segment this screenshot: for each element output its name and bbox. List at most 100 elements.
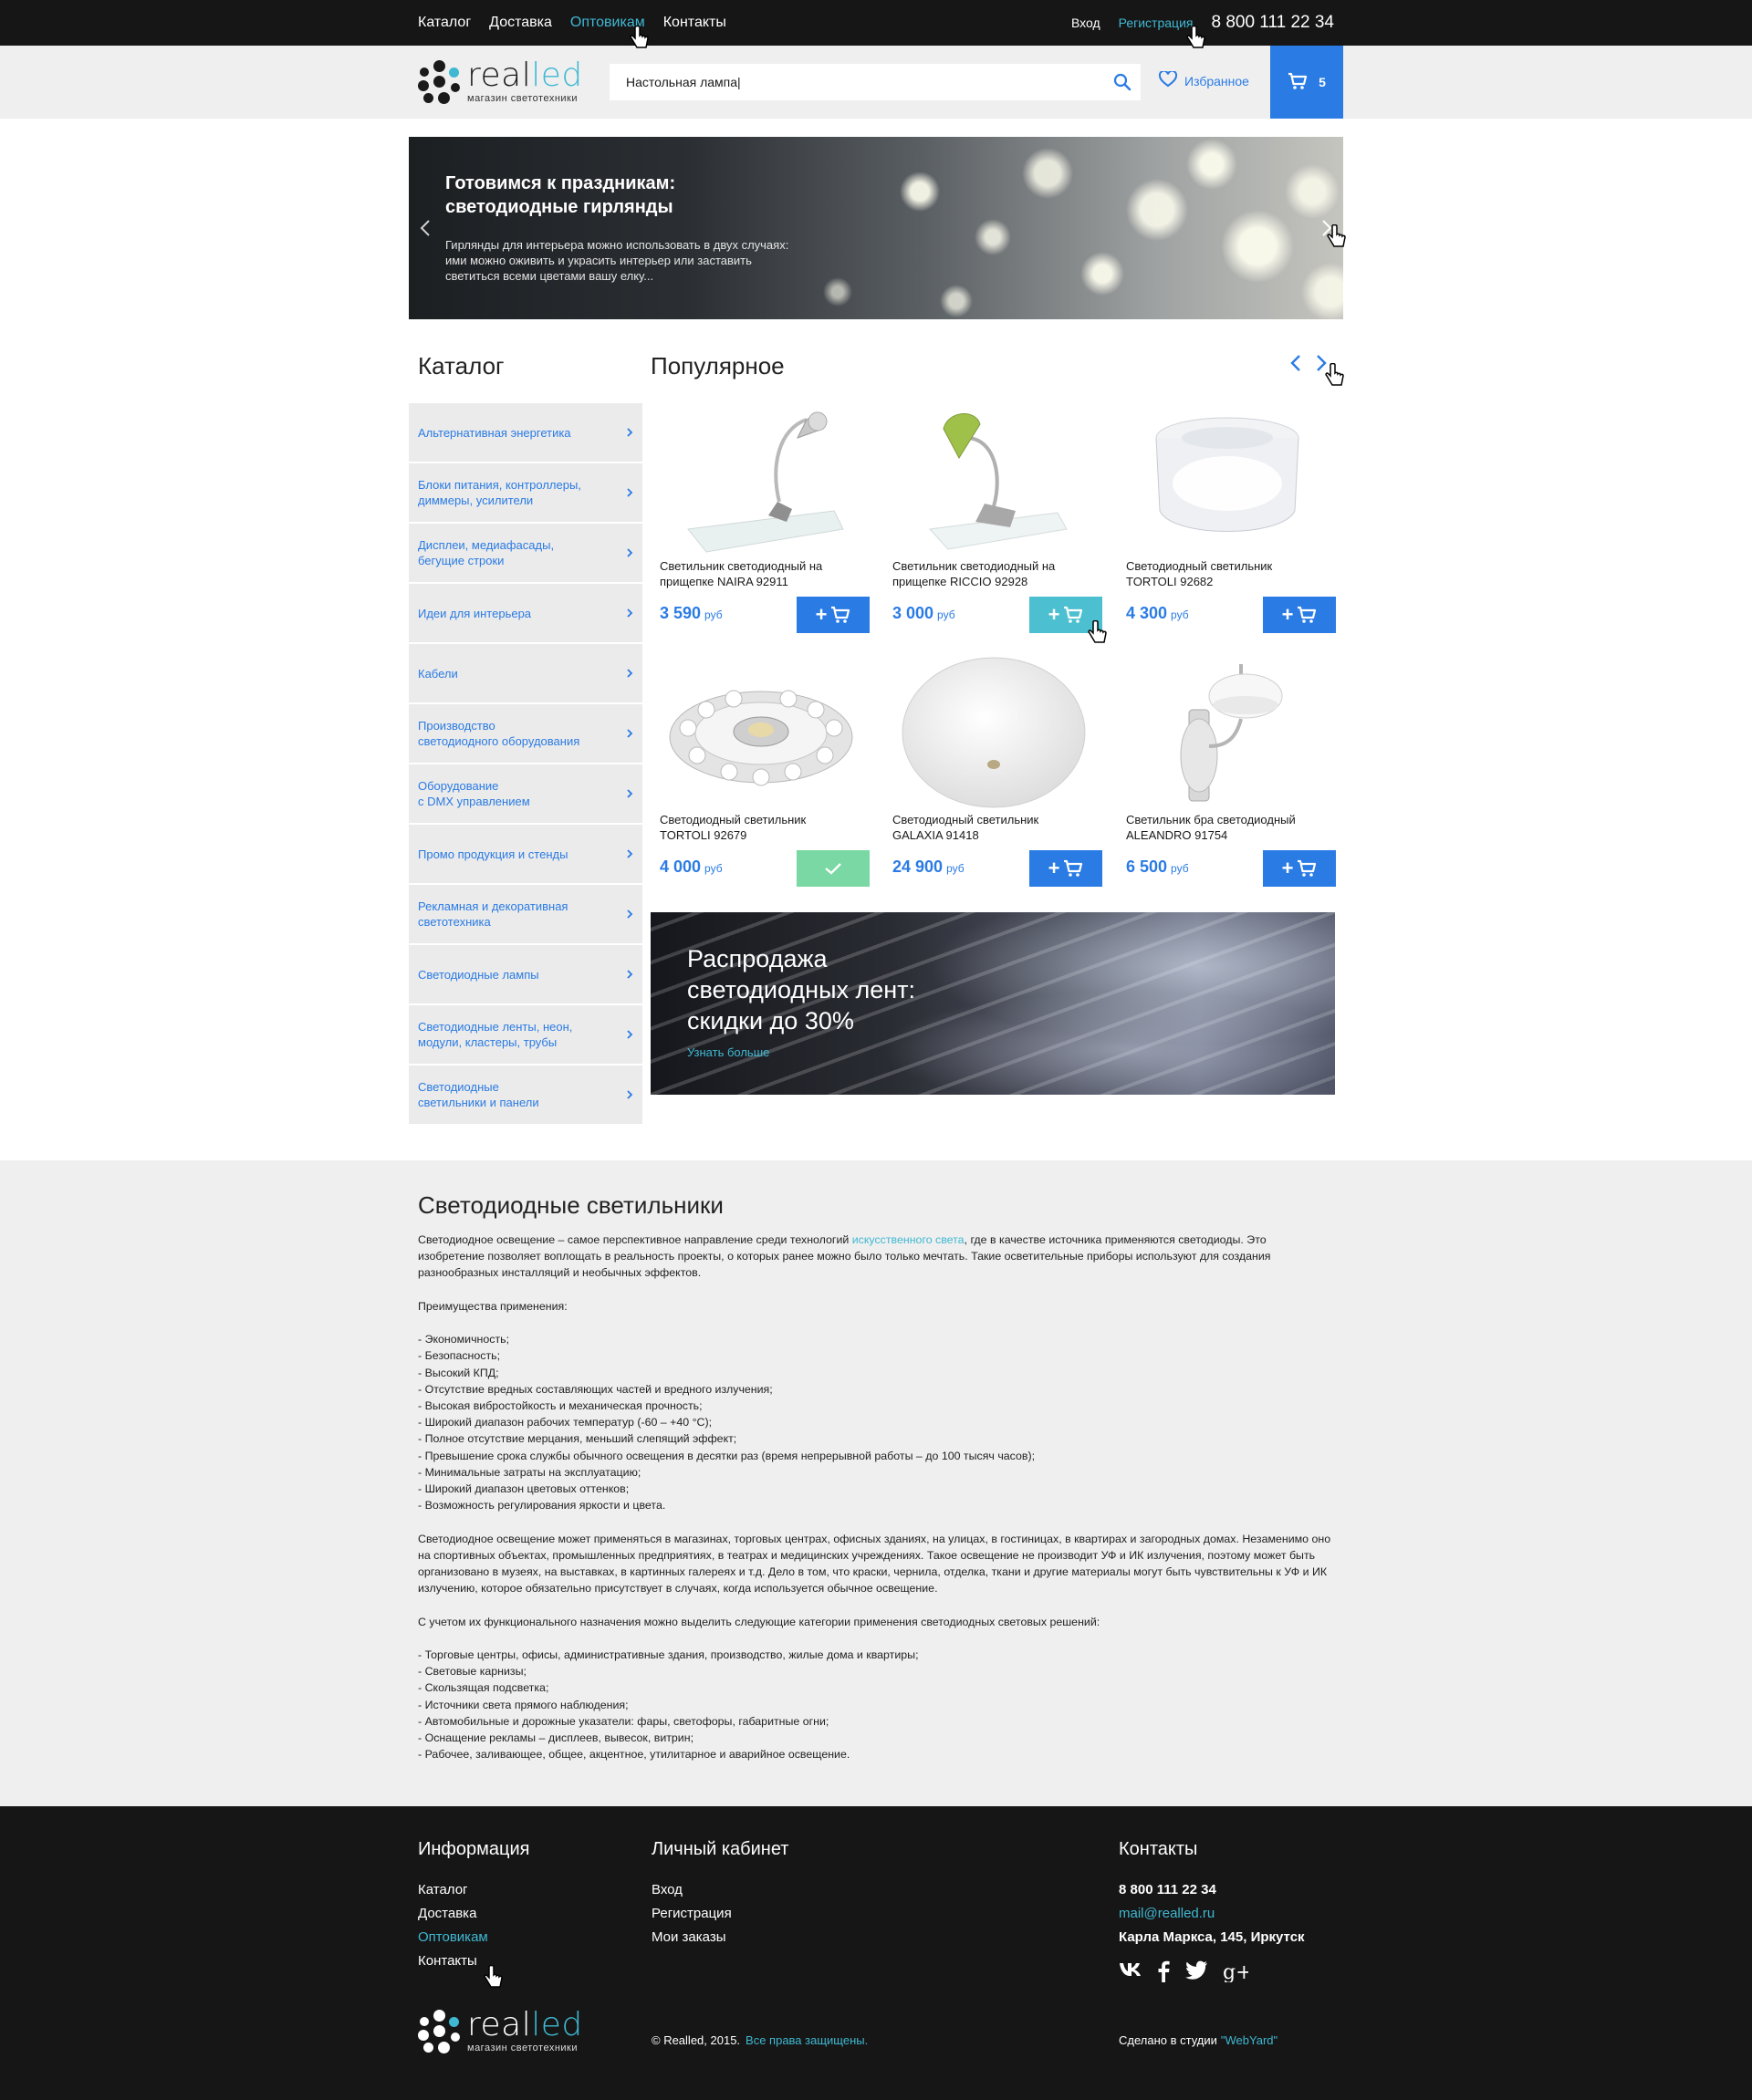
catalog-item[interactable]: Альтернативная энергетика — [409, 403, 642, 462]
product-card[interactable]: Светодиодный светильник TORTOLI 92682 4 … — [1117, 398, 1338, 644]
product-card[interactable]: Светодиодный светильник GALAXIA 91418 24… — [883, 651, 1104, 898]
favorites-link[interactable]: Избранное — [1158, 69, 1249, 90]
product-image[interactable] — [1117, 398, 1338, 560]
catalog-item[interactable]: Промо продукция и стенды — [409, 825, 642, 883]
footer-link-login[interactable]: Вход — [652, 1878, 788, 1902]
footer-info-column: Информация Каталог Доставка Оптовикам Ко… — [418, 1839, 529, 1973]
catalog-item[interactable]: Дисплеи, медиафасады, бегущие строки — [409, 524, 642, 582]
footer-link-wholesale[interactable]: Оптовикам — [418, 1926, 529, 1949]
catalog-item-label: Альтернативная энергетика — [418, 425, 571, 440]
search-input[interactable]: Настольная лампа| — [610, 75, 1104, 89]
cart-icon — [1288, 72, 1308, 93]
hero-banner[interactable]: Готовимся к праздникам: светодиодные гир… — [409, 137, 1343, 319]
chevron-left-icon[interactable] — [1290, 354, 1301, 372]
product-name[interactable]: Светодиодный светильник TORTOLI 92679 — [660, 812, 870, 843]
heart-icon — [1158, 69, 1178, 90]
register-link[interactable]: Регистрация — [1119, 16, 1194, 30]
advantages-title: Преимущества применения: — [418, 1299, 568, 1313]
catalog-item[interactable]: Рекламная и декоративная светотехника — [409, 885, 642, 943]
added-to-cart-button[interactable] — [797, 850, 870, 887]
add-to-cart-button[interactable]: + — [797, 597, 870, 633]
add-to-cart-button[interactable]: + — [1029, 850, 1102, 887]
product-card[interactable]: Светильник бра светодиодный ALEANDRO 917… — [1117, 651, 1338, 898]
footer-link-orders[interactable]: Мои заказы — [652, 1926, 788, 1949]
top-nav-contacts[interactable]: Контакты — [663, 15, 726, 31]
add-to-cart-button[interactable]: + — [1263, 850, 1336, 887]
list-item: - Минимальные затраты на эксплуатацию; — [418, 1465, 641, 1479]
catalog-item[interactable]: Светодиодные светильники и панели — [409, 1066, 642, 1124]
footer-logo[interactable]: realled магазин светотехники — [418, 2009, 583, 2053]
product-card[interactable]: Светодиодный светильник TORTOLI 92679 4 … — [651, 651, 871, 898]
catalog-item[interactable]: Блоки питания, контроллеры, диммеры, уси… — [409, 463, 642, 522]
chevron-right-icon — [627, 428, 633, 437]
product-name[interactable]: Светильник светодиодный на прищепке NAIR… — [660, 558, 870, 589]
vk-icon[interactable] — [1119, 1960, 1142, 1977]
hero-next-icon[interactable] — [1316, 215, 1338, 241]
catalog-item-label: Рекламная и декоративная светотехника — [418, 899, 568, 929]
section-body: Светодиодное освещение – самое перспекти… — [418, 1232, 1334, 1780]
product-image[interactable] — [1117, 651, 1338, 814]
footer-link-catalog[interactable]: Каталог — [418, 1878, 529, 1902]
list-item: - Экономичность; — [418, 1333, 510, 1346]
footer-link-delivery[interactable]: Доставка — [418, 1902, 529, 1926]
catalog-item[interactable]: Кабели — [409, 644, 642, 702]
catalog-menu: Альтернативная энергетика Блоки питания,… — [409, 403, 642, 1126]
rights-link[interactable]: Все права защищены. — [746, 2033, 868, 2047]
login-link[interactable]: Вход — [1071, 16, 1100, 30]
top-nav-delivery[interactable]: Доставка — [489, 15, 552, 31]
product-card[interactable]: Светильник светодиодный на прищепке NAIR… — [651, 398, 871, 644]
add-to-cart-button[interactable]: + — [1029, 597, 1102, 633]
product-name[interactable]: Светодиодный светильник GALAXIA 91418 — [892, 812, 1102, 843]
product-name[interactable]: Светильник бра светодиодный ALEANDRO 917… — [1126, 812, 1336, 843]
footer-email[interactable]: mail@realled.ru — [1119, 1902, 1305, 1926]
list-item: - Световые карнизы; — [418, 1665, 527, 1679]
top-nav-catalog[interactable]: Каталог — [418, 15, 471, 31]
product-name[interactable]: Светильник светодиодный на прищепке RICC… — [892, 558, 1102, 589]
list-item: - Торговые центры, офисы, административн… — [418, 1648, 919, 1661]
sale-banner[interactable]: Распродажа светодиодных лент: скидки до … — [651, 912, 1335, 1095]
categories-list: - Торговые центры, офисы, административн… — [418, 1647, 1334, 1762]
header-phone[interactable]: 8 800 111 22 34 — [1211, 13, 1334, 33]
intro-paragraph: Светодиодное освещение – самое перспекти… — [418, 1233, 1271, 1280]
cart-button[interactable]: 5 — [1270, 46, 1343, 119]
footer: Информация Каталог Доставка Оптовикам Ко… — [0, 1806, 1752, 2100]
twitter-icon[interactable] — [1184, 1960, 1208, 1980]
favorites-label: Избранное — [1184, 73, 1249, 88]
catalog-item[interactable]: Оборудование с DMX управлением — [409, 764, 642, 823]
facebook-icon[interactable] — [1157, 1960, 1170, 1982]
logo[interactable]: realled магазин светотехники — [418, 59, 583, 104]
product-image[interactable] — [651, 398, 871, 560]
footer-link-contacts[interactable]: Контакты — [418, 1949, 529, 1973]
studio-credit: Сделано в студии "WebYard" — [1119, 2033, 1278, 2047]
product-image[interactable] — [883, 398, 1104, 560]
hero-prev-icon[interactable] — [414, 215, 436, 241]
footer-address: Карла Маркса, 145, Иркутск — [1119, 1929, 1305, 1945]
list-item: - Возможность регулирования яркости и цв… — [418, 1499, 666, 1513]
product-image[interactable] — [651, 651, 871, 814]
list-item: - Безопасность; — [418, 1349, 501, 1363]
catalog-item[interactable]: Светодиодные ленты, неон, модули, класте… — [409, 1005, 642, 1064]
search-icon[interactable] — [1104, 64, 1141, 100]
catalog-item-label: Идеи для интерьера — [418, 606, 532, 620]
footer-phone[interactable]: 8 800 111 22 34 — [1119, 1878, 1305, 1902]
top-nav-wholesale[interactable]: Оптовикам — [570, 15, 645, 31]
product-name[interactable]: Светодиодный светильник TORTOLI 92682 — [1126, 558, 1336, 589]
product-image[interactable] — [883, 651, 1104, 814]
studio-link[interactable]: "WebYard" — [1221, 2033, 1278, 2047]
catalog-item[interactable]: Идеи для интерьера — [409, 584, 642, 642]
catalog-item[interactable]: Светодиодные лампы — [409, 945, 642, 1003]
add-to-cart-button[interactable]: + — [1263, 597, 1336, 633]
google-plus-icon[interactable]: g+ — [1223, 1960, 1248, 1982]
chevron-right-icon — [627, 669, 633, 678]
footer-info-title: Информация — [418, 1839, 530, 1859]
product-card[interactable]: Светильник светодиодный на прищепке RICC… — [883, 398, 1104, 644]
list-item: - Высокий КПД; — [418, 1366, 499, 1379]
list-item: - Широкий диапазон цветовых оттенков; — [418, 1482, 630, 1496]
artificial-light-link[interactable]: искусственного света — [852, 1233, 965, 1246]
chevron-right-icon — [627, 1030, 633, 1039]
header: realled магазин светотехники Настольная … — [0, 46, 1752, 119]
footer-link-register[interactable]: Регистрация — [652, 1902, 788, 1926]
sale-more-link[interactable]: Узнать больше — [687, 1045, 769, 1059]
chevron-right-icon[interactable] — [1316, 354, 1327, 372]
catalog-item[interactable]: Производство светодиодного оборудования — [409, 704, 642, 763]
